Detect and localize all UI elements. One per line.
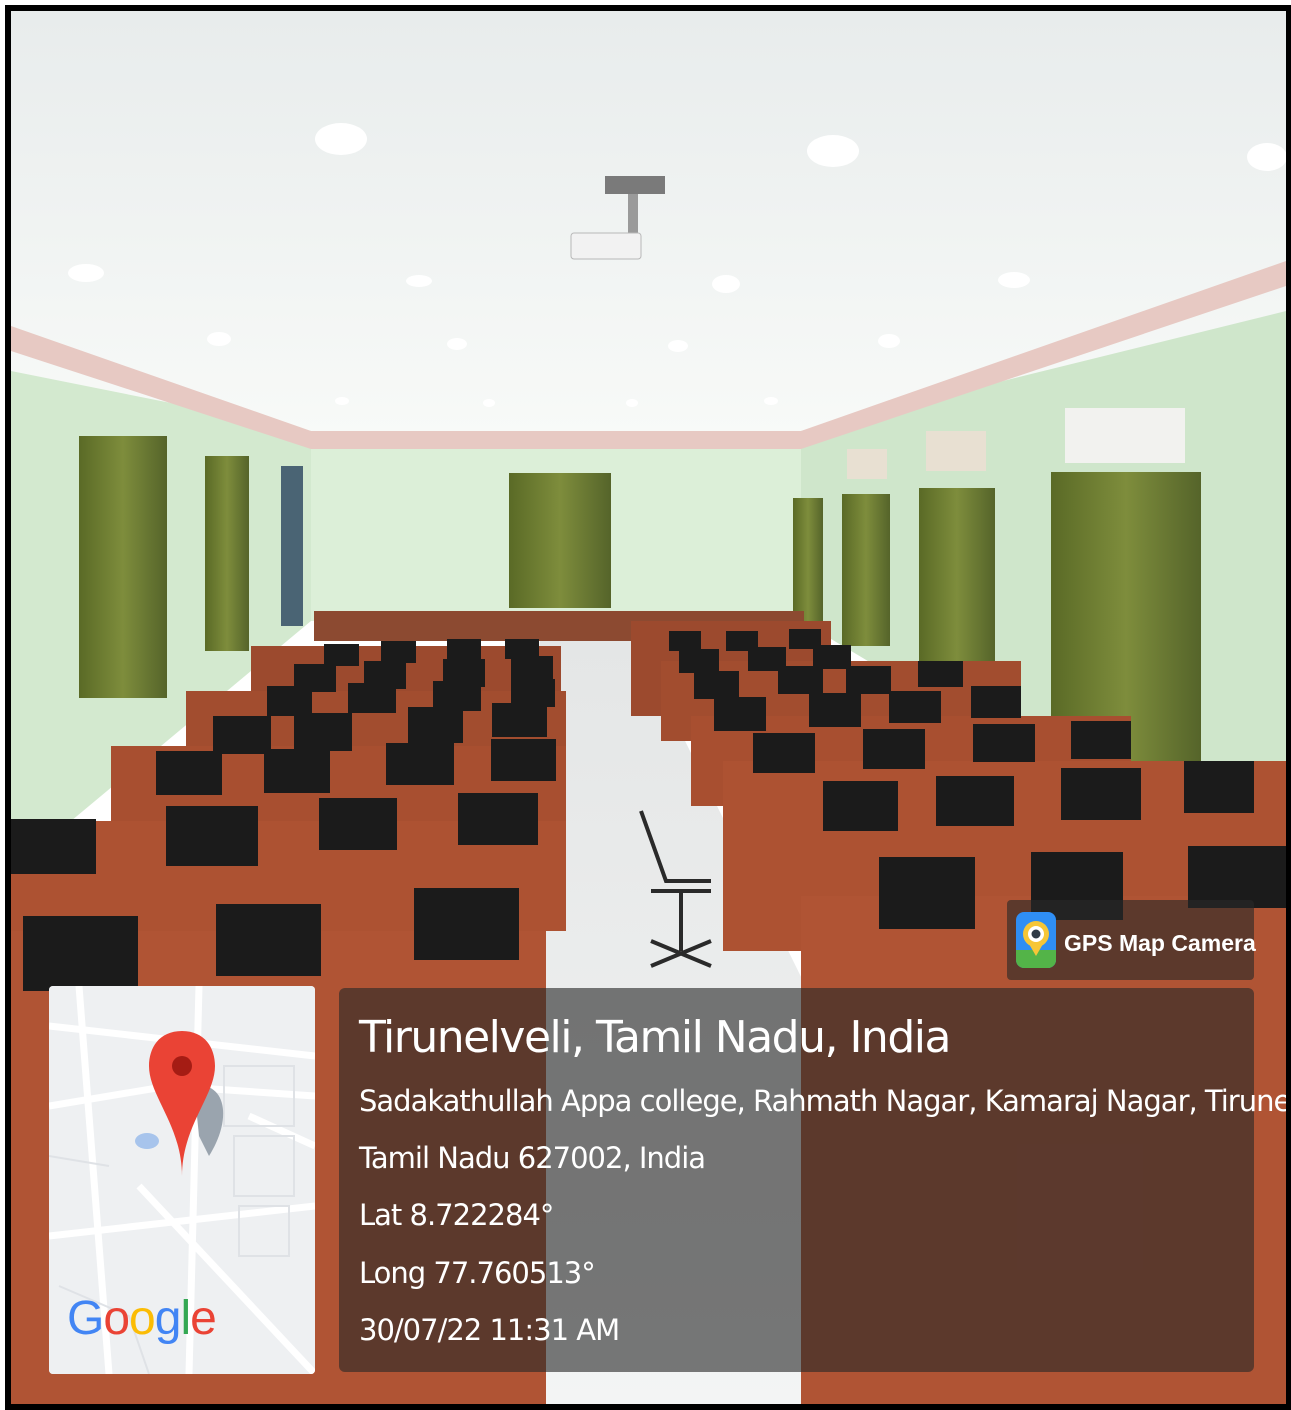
- latitude: Lat 8.722284°: [359, 1198, 554, 1232]
- map-thumbnail: Google: [49, 986, 315, 1374]
- photo-frame: GPS Map Camera Google Tirunelveli, Tamil…: [5, 5, 1291, 1410]
- address-line-1: Sadakathullah Appa college, Rahmath Naga…: [359, 1084, 1291, 1118]
- address-line-2: Tamil Nadu 627002, India: [359, 1141, 706, 1175]
- longitude: Long 77.760513°: [359, 1256, 596, 1290]
- location-title: Tirunelveli, Tamil Nadu, India: [359, 1012, 951, 1063]
- gps-map-camera-label: GPS Map Camera: [1064, 930, 1256, 956]
- location-info-panel: Tirunelveli, Tamil Nadu, India Sadakathu…: [339, 988, 1286, 1372]
- google-logo: Google: [67, 1292, 217, 1345]
- datetime: 30/07/22 11:31 AM: [359, 1313, 620, 1347]
- gps-map-camera-icon: [1016, 912, 1056, 968]
- gps-map-camera-badge: GPS Map Camera: [1007, 900, 1256, 980]
